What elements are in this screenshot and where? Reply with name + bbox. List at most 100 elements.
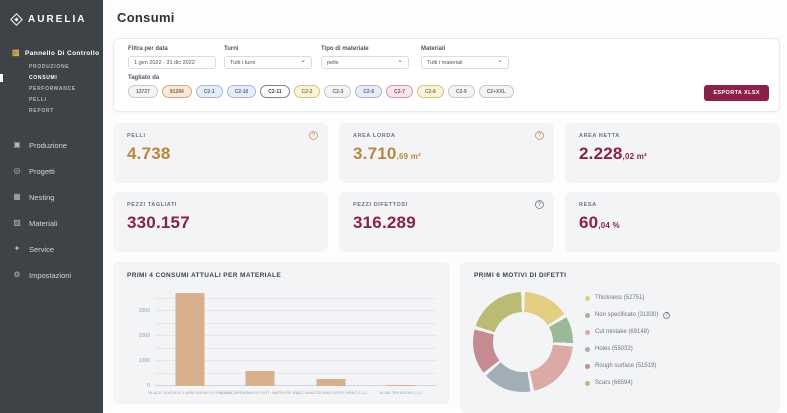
sidebar-subitem-performance[interactable]: PERFORMANCE <box>29 86 103 92</box>
sidebar-item-progetti[interactable]: ◎ Progetti <box>0 158 103 184</box>
sidebar-item-label: Produzione <box>29 140 67 150</box>
nesting-icon: ▦ <box>13 192 21 201</box>
legend-dot <box>585 363 590 369</box>
kpi-card-pezzi-tagliati: PEZZI TAGLIATI 330.157 <box>113 192 328 252</box>
kpi-label: AREA LORDA <box>353 133 396 139</box>
material-type-select-value: pelle <box>327 59 339 66</box>
filter-shifts: Turni Tutti i turni ⌄ <box>224 46 312 69</box>
date-range-value: 1 gen 2022 - 31 dic 2022 <box>134 59 195 66</box>
cut-by-chip-c2-7[interactable]: C2-7 <box>386 85 413 98</box>
materials-select[interactable]: Tutti i materiali ⌄ <box>421 56 509 69</box>
cut-by-chip-c2-10[interactable]: C2-10 <box>226 85 257 98</box>
sidebar-item-label: Impostazioni <box>29 270 72 280</box>
legend-item-non-specificato[interactable]: Non specificato (31830)? <box>585 311 671 319</box>
sidebar-subitem-produzione[interactable]: PRODUZIONE <box>29 64 103 70</box>
cut-by-chip-13727[interactable]: 13727 <box>128 85 158 98</box>
kpi-label: RESA <box>579 202 597 208</box>
help-icon[interactable]: ? <box>535 131 544 140</box>
donut-chart-card: PRIMI 6 MOTIVI DI DIFETTI Thickness (527… <box>460 262 780 413</box>
kpi-label: PEZZI DIFETTOSI <box>353 202 408 208</box>
donut-legend: Thickness (52751) Non specificato (31830)… <box>585 295 671 397</box>
sidebar-item-produzione[interactable]: ▣ Produzione <box>0 132 103 158</box>
material-type-select[interactable]: pelle ⌄ <box>321 56 409 69</box>
sidebar: AURELIA ▥ Pannello Di Controllo PRODUZIO… <box>0 0 103 413</box>
legend-dot <box>585 295 590 301</box>
cut-by-chip-c2-9[interactable]: C2-9 <box>447 85 475 98</box>
shifts-select[interactable]: Tutti i turni ⌄ <box>224 56 312 69</box>
cut-by-label: Tagliato da <box>128 75 160 81</box>
filter-material-type: Tipo di materiale pelle ⌄ <box>321 46 409 69</box>
sidebar-item-nesting[interactable]: ▦ Nesting <box>0 184 103 210</box>
sidebar-item-service[interactable]: ✦ Service <box>0 236 103 262</box>
production-icon: ▣ <box>13 140 21 149</box>
sidebar-nav: ▣ Produzione ◎ Progetti ▦ Nesting ▨ Materiali ✦ S… <box>0 132 103 288</box>
kpi-label: PEZZI TAGLIATI <box>127 202 178 208</box>
bar-chart-title: PRIMI 4 CONSUMI ATTUALI PER MATERIALE <box>127 272 282 279</box>
kpi-label: PELLI <box>127 133 146 139</box>
cut-by-chip-c2-3[interactable]: C2-3 <box>324 85 352 98</box>
active-indicator <box>0 74 3 82</box>
help-icon[interactable]: ? <box>663 311 671 319</box>
date-range-input[interactable]: 1 gen 2022 - 31 dic 2022 <box>128 56 216 69</box>
sidebar-item-label: Materiali <box>29 218 58 228</box>
cut-by-chip-c2-1[interactable]: C2-1 <box>195 85 223 98</box>
cut-by-chip-c2-xxl[interactable]: C2+XXL <box>478 85 514 98</box>
x-axis-label: ALMA CARRARMATO FATT. NAPPA PE 1.2.1 <box>219 390 302 395</box>
cut-by-chip-91284[interactable]: 91284 <box>161 85 192 98</box>
projects-icon: ◎ <box>13 166 21 175</box>
help-icon[interactable]: ? <box>309 131 318 140</box>
cut-by-chip-c2-11[interactable]: C2-11 <box>260 85 290 98</box>
legend-item-scars[interactable]: Scars (66594) <box>585 380 670 386</box>
legend-dot <box>585 380 590 386</box>
dashboard-icon: ▥ <box>12 48 20 57</box>
y-axis-tick: 1000 <box>138 358 150 364</box>
kpi-unit: ,69 m² <box>396 152 421 161</box>
bar-fatt-amazon-bike-drop-nero-1-2-1[interactable] <box>316 379 346 386</box>
legend-label: Holes (55032) <box>595 346 633 352</box>
cut-by-chip-c2-2[interactable]: C2-2 <box>293 85 321 98</box>
legend-item-holes[interactable]: Holes (55032) <box>585 346 670 352</box>
sidebar-panel-label: Pannello Di Controllo <box>24 49 100 57</box>
x-axis-label: ALMA JPN AVION 1.2.1 <box>379 390 423 395</box>
bar-chart-plot: 0 1000 2000 3000 BLACK LEATHER 1.4MM DRKW* L… <box>139 290 436 395</box>
legend-item-cut-mistake[interactable]: Cut mistake (69148) <box>585 329 670 335</box>
sidebar-item-impostazioni[interactable]: ⚙ Impostazioni <box>0 262 103 288</box>
kpi-unit: ,04 % <box>598 221 620 230</box>
sidebar-item-pannello-di-controllo[interactable]: ▥ Pannello Di Controllo <box>12 49 103 57</box>
main-content: Consumi Filtra per data 1 gen 2022 - 31 … <box>103 0 787 413</box>
legend-dot <box>585 312 590 318</box>
help-icon[interactable]: ? <box>535 200 544 209</box>
sidebar-subitem-consumi[interactable]: CONSUMI <box>0 74 103 82</box>
bar-alma-carrarmato-fatt-nappa-pe-1-2-1[interactable] <box>245 370 275 386</box>
kpi-card-pelli: PELLI 4.738? <box>113 123 328 183</box>
kpi-value: 330.157 <box>127 213 190 232</box>
sidebar-item-label: Progetti <box>29 166 55 176</box>
kpi-label: AREA NETTA <box>579 133 620 139</box>
kpi-unit: ,02 m² <box>622 152 647 161</box>
service-icon: ✦ <box>13 244 21 253</box>
aurelia-logo-icon <box>10 13 23 26</box>
sidebar-item-materiali[interactable]: ▨ Materiali <box>0 210 103 236</box>
y-axis-tick: 0 <box>147 383 150 389</box>
cut-by-chip-c2-6[interactable]: C2-6 <box>355 85 383 98</box>
bar-column: ALMA JPN AVION 1.2.1 <box>366 290 436 395</box>
cut-by-chip-c2-8[interactable]: C2-8 <box>417 85 444 98</box>
bar-black-leather-1-4mm-drkw-lr-pe-1-2-1[interactable] <box>175 293 205 386</box>
kpi-value: 4.738 <box>127 144 171 163</box>
bar-column: FATT. AMAZON BIKE DROP NERO 1.2.1 <box>294 290 367 395</box>
kpi-card-resa: RESA 60,04 % <box>565 192 780 252</box>
kpi-grid: PELLI 4.738? AREA LORDA 3.710,69 m²? AREA NE… <box>113 123 780 252</box>
legend-item-rough-surface[interactable]: Rough surface (51519) <box>585 363 670 369</box>
filter-shifts-label: Turni <box>224 46 239 52</box>
sidebar-subitem-pelli[interactable]: PELLI <box>29 97 103 103</box>
sidebar-subitem-report[interactable]: REPORT <box>29 108 103 114</box>
filter-materials-label: Materiali <box>421 46 446 52</box>
legend-dot <box>585 346 590 352</box>
aurelia-logo-text: AURELIA <box>28 14 87 25</box>
sidebar-item-label: Nesting <box>29 192 55 202</box>
materials-icon: ▨ <box>13 218 21 227</box>
legend-item-thickness[interactable]: Thickness (52751) <box>585 295 670 301</box>
y-axis-tick: 3000 <box>138 308 150 314</box>
bar-alma-jpn-avion-1-2-1[interactable] <box>386 385 416 386</box>
export-xlsx-button[interactable]: ESPORTA XLSX <box>704 85 769 101</box>
